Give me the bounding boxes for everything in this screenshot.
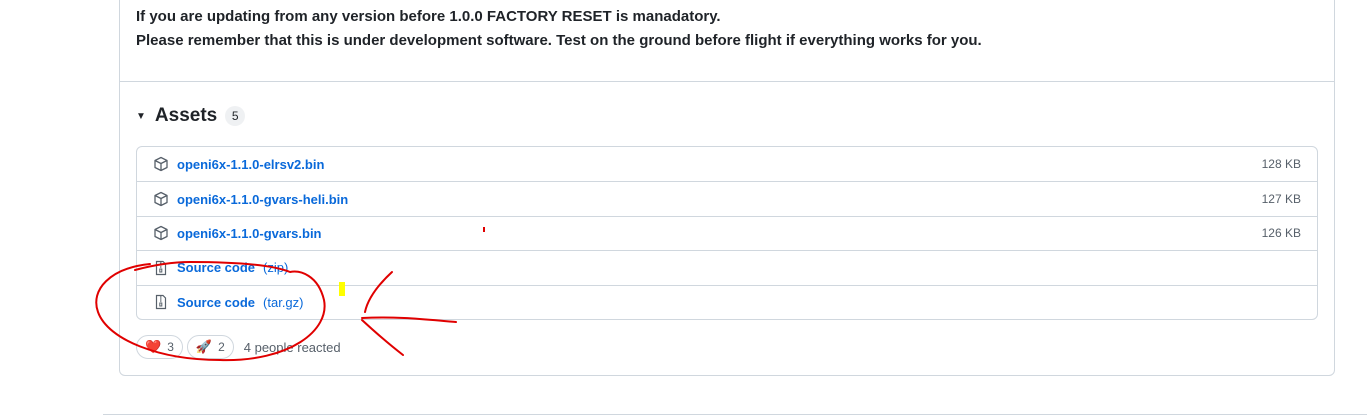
red-arrow-annotation bbox=[361, 271, 457, 356]
red-dot-mark bbox=[483, 227, 485, 232]
red-circle-annotation bbox=[95, 260, 326, 362]
yellow-highlight-mark bbox=[339, 282, 345, 296]
annotation-overlay bbox=[95, 227, 485, 362]
